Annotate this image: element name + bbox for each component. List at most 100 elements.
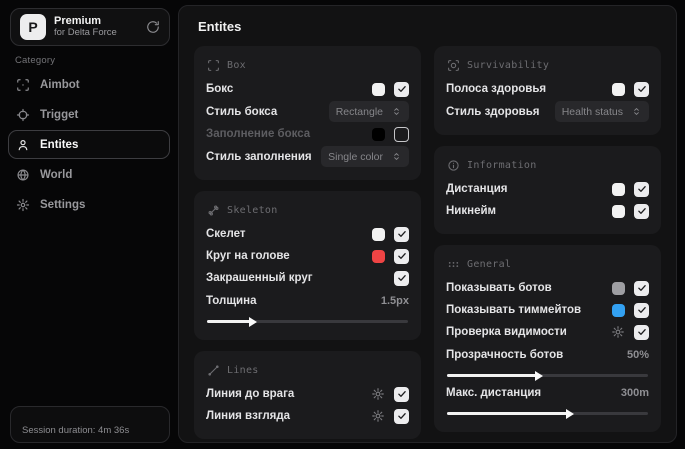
setting-label: Стиль бокса [206, 105, 278, 118]
general-grid-icon [447, 258, 460, 271]
setting-row: Проверка видимости [446, 322, 649, 342]
setting-row-slider: Макс. дистанция 300m [446, 383, 649, 419]
brand-subtitle: for Delta Force [54, 26, 117, 38]
setting-label: Дистанция [446, 183, 508, 195]
setting-row: Дистанция [446, 179, 649, 199]
checkbox[interactable] [394, 226, 409, 242]
setting-row: Стиль бокса Rectangle [206, 101, 409, 122]
session-duration-text: Session duration: 4m 36s [22, 425, 130, 436]
setting-label: Прозрачность ботов [446, 349, 564, 361]
checkbox[interactable] [634, 302, 649, 318]
aimbot-scan-icon [16, 78, 30, 92]
color-swatch[interactable] [372, 127, 385, 141]
slider-label-row: Толщина 1.5px [206, 291, 409, 311]
color-swatch[interactable] [612, 82, 625, 96]
setting-row: Стиль здоровья Health status [446, 101, 649, 122]
row-controls [612, 181, 649, 197]
setting-select[interactable]: Rectangle [328, 101, 409, 122]
sidebar-item-settings[interactable]: Settings [8, 190, 170, 219]
slider-value: 1.5px [380, 295, 409, 307]
setting-label: Заполнение бокса [206, 128, 311, 140]
sidebar-item-label: Aimbot [40, 78, 80, 91]
row-controls [372, 248, 409, 264]
refresh-icon[interactable] [146, 20, 160, 34]
color-swatch[interactable] [612, 303, 625, 317]
checkbox[interactable] [394, 126, 409, 142]
brand-card: P Premium for Delta Force [10, 8, 170, 46]
setting-row: Линия взгляда [206, 406, 409, 426]
sidebar-item-label: Settings [40, 198, 86, 211]
setting-row: Заполнение бокса [206, 124, 409, 144]
checkbox[interactable] [634, 324, 649, 340]
slider-fill [447, 412, 568, 415]
checkbox[interactable] [394, 248, 409, 264]
panel-header-skeleton: Skeleton [207, 204, 409, 217]
entities-person-icon [16, 138, 30, 152]
row-settings-gear-icon[interactable] [371, 409, 385, 423]
row-controls [371, 408, 409, 424]
brand-title: Premium [54, 15, 102, 28]
setting-row: Скелет [206, 224, 409, 244]
slider-label-row: Макс. дистанция 300m [446, 383, 649, 403]
checkbox[interactable] [634, 280, 649, 296]
lines-diagonal-icon [207, 364, 220, 377]
panel-survivability: Survivability Полоса здоровья Стиль здоров… [434, 46, 661, 135]
row-settings-gear-icon[interactable] [611, 325, 625, 339]
setting-select[interactable]: Health status [554, 101, 649, 122]
checkbox[interactable] [394, 270, 409, 286]
panel-title: Skeleton [227, 205, 278, 216]
slider-track[interactable] [207, 316, 408, 327]
sidebar-item-aimbot[interactable]: Aimbot [8, 70, 170, 99]
color-swatch[interactable] [372, 227, 385, 241]
slider-thumb[interactable] [565, 408, 574, 419]
row-controls [612, 203, 649, 219]
panels-left: Box Бокс Стиль бокса Rectangle Заполнение бо… [194, 46, 421, 439]
slider-track[interactable] [447, 370, 648, 381]
panel-header-lines: Lines [207, 364, 409, 377]
sidebar-item-entites[interactable]: Entites [8, 130, 170, 159]
slider-fill [207, 320, 252, 323]
sidebar-item-trigget[interactable]: Trigget [8, 100, 170, 129]
slider-thumb[interactable] [249, 316, 258, 327]
checkbox[interactable] [634, 81, 649, 97]
checkbox[interactable] [394, 408, 409, 424]
main-panel: Entites Box Бокс Стиль бокса Rectangle Запол… [178, 5, 677, 443]
brand-logo: P [20, 14, 46, 40]
row-controls [611, 324, 649, 340]
panel-title: General [467, 259, 512, 270]
setting-label: Стиль здоровья [446, 105, 540, 118]
color-swatch[interactable] [612, 204, 625, 218]
panel-header-survivability: Survivability [447, 59, 649, 72]
setting-select[interactable]: Single color [321, 146, 409, 167]
chevrons-up-down-icon [391, 151, 402, 162]
row-controls [612, 280, 649, 296]
row-settings-gear-icon[interactable] [371, 387, 385, 401]
select-value: Health status [561, 105, 623, 118]
setting-label: Бокс [206, 83, 234, 95]
panel-title: Lines [227, 365, 259, 376]
slider-label-row: Прозрачность ботов 50% [446, 345, 649, 365]
checkbox[interactable] [634, 181, 649, 197]
color-swatch[interactable] [612, 182, 625, 196]
checkbox[interactable] [634, 203, 649, 219]
panel-general: General Показывать ботов Показывать тиммей… [434, 245, 661, 432]
slider-thumb[interactable] [535, 370, 544, 381]
color-swatch[interactable] [372, 249, 385, 263]
setting-label: Проверка видимости [446, 326, 567, 338]
color-swatch[interactable] [612, 281, 625, 295]
category-label: Category [15, 55, 56, 66]
setting-label: Линия до врага [206, 388, 295, 400]
row-controls [612, 81, 649, 97]
setting-row: Закрашенный круг [206, 268, 409, 288]
skeleton-bone-icon [207, 204, 220, 217]
panel-skeleton: Skeleton Скелет Круг на голове Закрашенный … [194, 191, 421, 340]
slider-track[interactable] [447, 408, 648, 419]
checkbox[interactable] [394, 81, 409, 97]
setting-label: Закрашенный круг [206, 272, 313, 284]
panel-title: Survivability [467, 60, 550, 71]
sidebar-item-world[interactable]: World [8, 160, 170, 189]
setting-row-slider: Толщина 1.5px [206, 291, 409, 327]
chevrons-up-down-icon [391, 106, 402, 117]
checkbox[interactable] [394, 386, 409, 402]
color-swatch[interactable] [372, 82, 385, 96]
